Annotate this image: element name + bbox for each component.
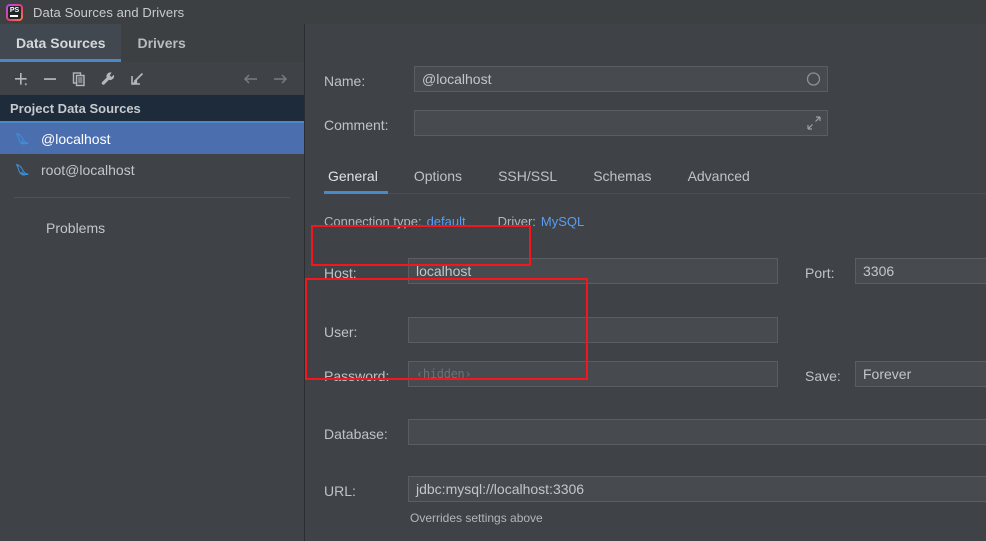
tab-options-label: Options (413, 168, 463, 184)
tab-advanced[interactable]: Advanced (670, 168, 768, 193)
tab-general-label: General (328, 168, 378, 184)
url-hint: Overrides settings above (410, 511, 543, 525)
mysql-dolphin-icon (14, 130, 31, 147)
copy-icon[interactable] (66, 67, 92, 91)
details-panel: Name: @localhost Comment: General Option… (306, 24, 986, 541)
tab-ssh-ssl[interactable]: SSH/SSL (480, 168, 575, 193)
back-arrow-icon[interactable] (238, 67, 264, 91)
database-input[interactable] (408, 419, 986, 445)
tab-schemas-label: Schemas (593, 168, 652, 184)
tab-data-sources-label: Data Sources (16, 35, 106, 51)
list-item-root-localhost[interactable]: root@localhost (0, 154, 304, 185)
expand-diagonal-icon[interactable] (807, 116, 821, 130)
host-input-value: localhost (416, 263, 472, 279)
tab-drivers-label: Drivers (137, 35, 186, 51)
phpstorm-logo-icon: PS (6, 3, 23, 21)
data-sources-and-drivers-dialog: PS Data Sources and Drivers Data Sources… (0, 0, 986, 541)
tab-schemas[interactable]: Schemas (575, 168, 669, 193)
import-icon[interactable] (124, 67, 150, 91)
list-item-root-localhost-label: root@localhost (41, 161, 135, 178)
host-label: Host: (324, 265, 357, 281)
tab-general[interactable]: General (324, 168, 396, 194)
comment-input[interactable] (414, 110, 828, 136)
connection-type-value[interactable]: default (427, 214, 466, 229)
save-dropdown[interactable]: Forever (855, 361, 986, 387)
wrench-icon[interactable] (95, 67, 121, 91)
port-label: Port: (805, 265, 835, 281)
project-data-sources-label: Project Data Sources (10, 100, 141, 116)
host-input[interactable]: localhost (408, 258, 778, 284)
url-input-value: jdbc:mysql://localhost:3306 (416, 481, 585, 497)
driver-label: Driver: (497, 214, 536, 229)
forward-arrow-icon[interactable] (267, 67, 293, 91)
connection-meta-row: Connection type: default Driver: MySQL (324, 214, 584, 229)
details-tabs: General Options SSH/SSL Schemas Advanced (324, 158, 986, 194)
url-input[interactable]: jdbc:mysql://localhost:3306 (408, 476, 986, 502)
tab-data-sources[interactable]: Data Sources (0, 24, 122, 62)
driver-value[interactable]: MySQL (541, 214, 584, 229)
problems-label: Problems (46, 220, 106, 236)
problems-item[interactable]: Problems (0, 198, 304, 236)
left-panel: Data Sources Drivers Project Data Source… (0, 24, 305, 541)
window-title: Data Sources and Drivers (33, 4, 185, 20)
name-input-value: @localhost (422, 71, 492, 87)
phpstorm-logo-text: PS (8, 5, 21, 19)
save-label: Save: (805, 368, 841, 384)
password-label: Password: (324, 368, 390, 384)
title-bar: PS Data Sources and Drivers (0, 0, 986, 24)
save-dropdown-value: Forever (863, 366, 912, 382)
name-input[interactable]: @localhost (414, 66, 828, 92)
tab-options[interactable]: Options (396, 168, 480, 193)
password-input-placeholder: ‹hidden› (416, 367, 472, 381)
list-item-localhost[interactable]: @localhost (0, 123, 304, 154)
project-data-sources-header: Project Data Sources (0, 95, 304, 123)
add-icon[interactable] (8, 67, 34, 91)
port-input-value: 3306 (863, 263, 895, 279)
list-item-localhost-label: @localhost (41, 130, 111, 147)
comment-label: Comment: (324, 117, 389, 133)
user-label: User: (324, 324, 358, 340)
color-circle-icon[interactable] (806, 72, 821, 87)
tab-drivers[interactable]: Drivers (121, 24, 201, 62)
left-panel-toolbar (0, 62, 304, 95)
phpstorm-logo-bar (10, 14, 18, 17)
left-panel-tabs: Data Sources Drivers (0, 24, 304, 62)
tab-ssh-ssl-label: SSH/SSL (498, 168, 558, 184)
remove-icon[interactable] (37, 67, 63, 91)
data-source-list: @localhost root@localhost (0, 123, 304, 185)
database-label: Database: (324, 426, 388, 442)
port-input[interactable]: 3306 (855, 258, 986, 284)
connection-type-label: Connection type: (324, 214, 422, 229)
name-label: Name: (324, 73, 366, 89)
tab-advanced-label: Advanced (687, 168, 750, 184)
url-label: URL: (324, 483, 356, 499)
user-input[interactable] (408, 317, 778, 343)
password-input[interactable]: ‹hidden› (408, 361, 778, 387)
mysql-dolphin-icon (14, 161, 31, 178)
